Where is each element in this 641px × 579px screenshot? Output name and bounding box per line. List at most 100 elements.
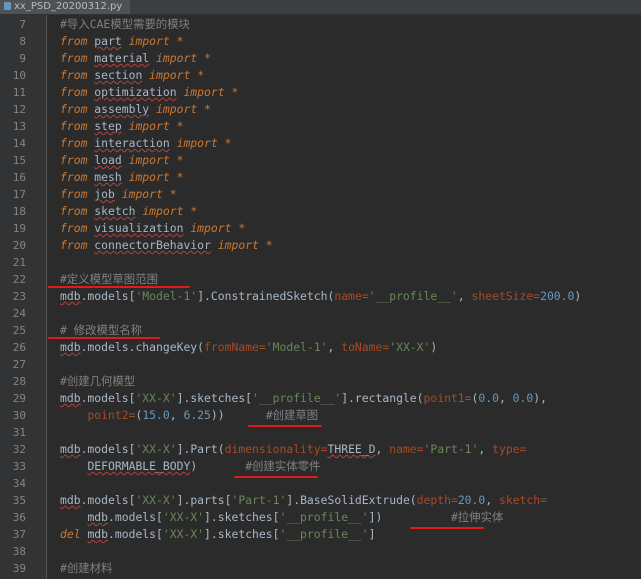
code-line[interactable]: 7 #导入CAE模型需要的模块: [0, 16, 641, 33]
code-line[interactable]: 26 mdb.models.changeKey(fromName='Model-1…: [0, 339, 641, 356]
code-token: *: [204, 51, 211, 65]
code-token: optimization: [94, 85, 177, 99]
line-number: 32: [12, 443, 26, 456]
code-token: #创建实体零件: [245, 459, 321, 473]
file-tab[interactable]: xx_PSD_20200312.py: [0, 0, 131, 14]
code-token: from: [60, 51, 88, 65]
code-token: section: [94, 68, 143, 82]
python-file-icon: [4, 2, 11, 10]
code-line[interactable]: 20 from connectorBehavior import *: [0, 237, 641, 254]
code-token: point2=: [87, 408, 136, 422]
code-token: #创建草图: [265, 408, 319, 422]
code-token: ].rectangle(: [341, 391, 424, 405]
code-text: mdb.models['XX-X'].sketches['__profile__…: [60, 509, 503, 526]
code-token: from: [60, 102, 88, 116]
annotation-underline: [248, 425, 322, 427]
code-editor[interactable]: 7 #导入CAE模型需要的模块 8 from part import * 9 from m…: [0, 15, 641, 579]
code-line[interactable]: 13 from step import *: [0, 118, 641, 135]
line-number: 11: [12, 86, 26, 99]
code-line[interactable]: 35 mdb.models['XX-X'].parts['Part-1'].Bas…: [0, 492, 641, 509]
code-line[interactable]: 36 mdb.models['XX-X'].sketches['__profil…: [0, 509, 641, 526]
code-token: import: [128, 170, 170, 184]
line-number: 12: [12, 103, 26, 116]
code-token: import: [190, 221, 232, 235]
code-token: import: [142, 204, 184, 218]
line-number: 34: [12, 477, 26, 490]
code-line[interactable]: 34: [0, 475, 641, 492]
code-line[interactable]: 19 from visualization import *: [0, 220, 641, 237]
line-number: 31: [12, 426, 26, 439]
code-line[interactable]: 28 #创建几何模型: [0, 373, 641, 390]
code-token: .models[: [108, 510, 163, 524]
line-number: 17: [12, 188, 26, 201]
code-line[interactable]: 30 point2=(15.0, 6.25)) #创建草图: [0, 407, 641, 424]
code-token: .models[: [80, 289, 136, 303]
code-line[interactable]: 38: [0, 543, 641, 560]
file-tab-label: xx_PSD_20200312.py: [14, 1, 123, 12]
code-line[interactable]: 24: [0, 305, 641, 322]
code-text: from mesh import *: [60, 169, 183, 186]
code-token: .models[: [80, 391, 136, 405]
code-token: fromName=: [204, 340, 266, 354]
code-line[interactable]: 39 #创建材料: [0, 560, 641, 577]
code-line[interactable]: 12 from assembly import *: [0, 101, 641, 118]
annotation-underline: [234, 476, 318, 478]
code-token: ,: [485, 493, 499, 507]
code-token: mdb: [60, 391, 81, 405]
code-line[interactable]: 16 from mesh import *: [0, 169, 641, 186]
code-token: mdb: [60, 340, 81, 354]
code-line[interactable]: 17 from job import *: [0, 186, 641, 203]
code-token: *: [169, 187, 177, 201]
code-text: from section import *: [60, 67, 204, 84]
code-token: connectorBehavior: [94, 238, 211, 252]
code-line[interactable]: 15 from load import *: [0, 152, 641, 169]
code-token: mdb: [60, 493, 81, 507]
line-number: 29: [12, 392, 26, 405]
code-line[interactable]: 10 from section import *: [0, 67, 641, 84]
line-number: 15: [12, 154, 26, 167]
code-token: sheetSize=: [471, 289, 541, 303]
code-token: ].sketches[: [204, 510, 280, 524]
code-text: from assembly import *: [60, 101, 211, 118]
code-token: ,: [478, 442, 493, 456]
code-token: 'XX-X': [135, 493, 177, 507]
code-text: from sketch import *: [60, 203, 197, 220]
code-line[interactable]: 29 mdb.models['XX-X'].sketches['__profile…: [0, 390, 641, 407]
code-line[interactable]: 14 from interaction import *: [0, 135, 641, 152]
code-token: *: [204, 102, 211, 116]
line-number: 26: [12, 341, 26, 354]
code-token: 15.0: [142, 408, 170, 422]
code-text: #导入CAE模型需要的模块: [60, 16, 190, 33]
code-token: ),: [533, 391, 547, 405]
code-token: from: [60, 170, 88, 184]
code-line[interactable]: 11 from optimization import *: [0, 84, 641, 101]
code-line[interactable]: 8 from part import *: [0, 33, 641, 50]
code-line[interactable]: 21: [0, 254, 641, 271]
code-token: from: [60, 119, 88, 133]
line-number: 22: [12, 273, 26, 286]
code-token: 6.25: [183, 408, 211, 422]
annotation-underline: [48, 286, 190, 288]
code-line[interactable]: 33 DEFORMABLE_BODY) #创建实体零件: [0, 458, 641, 475]
code-line[interactable]: 23 mdb.models['Model-1'].ConstrainedSketc…: [0, 288, 641, 305]
code-line[interactable]: 27: [0, 356, 641, 373]
code-text: #创建材料: [60, 560, 112, 577]
line-number: 20: [12, 239, 26, 252]
code-line[interactable]: 18 from sketch import *: [0, 203, 641, 220]
code-token: .models.changeKey(: [80, 340, 205, 354]
line-number: 39: [12, 562, 26, 575]
line-number: 18: [12, 205, 26, 218]
line-number: 10: [12, 69, 26, 82]
code-token: ].sketches[: [176, 391, 253, 405]
code-line[interactable]: 32 mdb.models['XX-X'].Part(dimensionality…: [0, 441, 641, 458]
code-token: step: [94, 119, 122, 133]
code-line[interactable]: 37 del mdb.models['XX-X'].sketches['__pro…: [0, 526, 641, 543]
code-token: #创建材料: [60, 561, 113, 575]
code-line[interactable]: 9 from material import *: [0, 50, 641, 67]
code-token: *: [176, 170, 184, 184]
code-text: from part import *: [60, 33, 183, 50]
